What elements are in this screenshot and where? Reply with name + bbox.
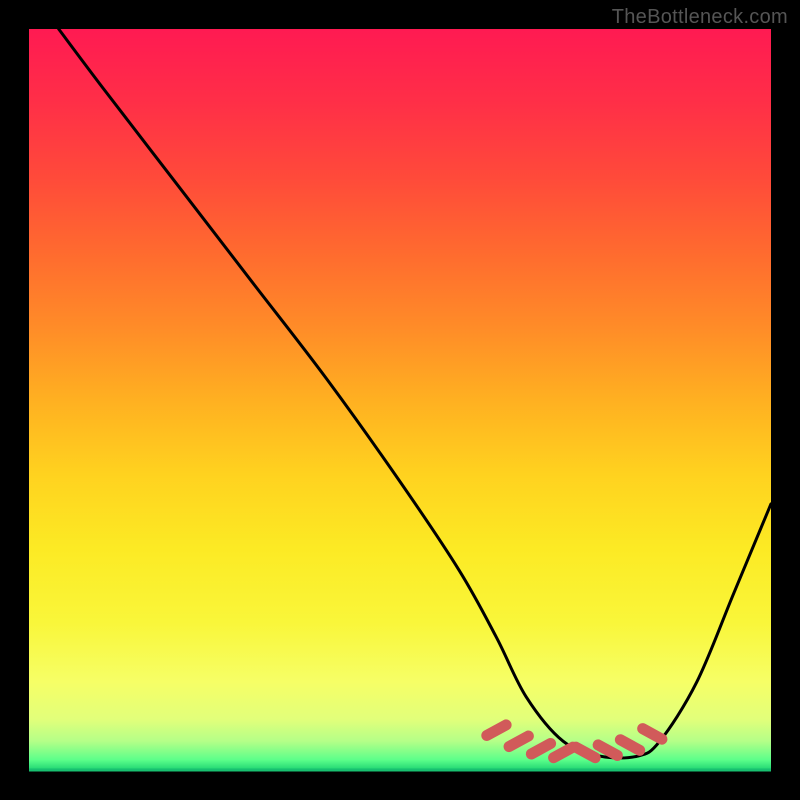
bottleneck-curve	[59, 29, 771, 758]
optimal-marker-dots	[487, 725, 662, 758]
watermark-text: TheBottleneck.com	[612, 6, 788, 29]
chart-svg	[29, 29, 771, 771]
chart-plot-area	[29, 29, 771, 771]
